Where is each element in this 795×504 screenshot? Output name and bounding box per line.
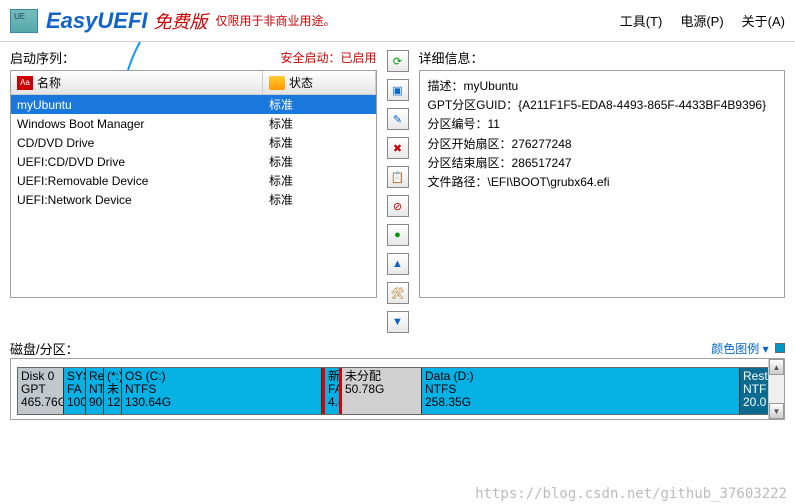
- disk-label: 磁盘/分区：: [10, 339, 79, 358]
- title-bar: EasyUEFI 免费版 仅限用于非商业用途。 工具(T) 电源(P) 关于(A…: [0, 0, 795, 42]
- detail-box: 描述：myUbuntu GPT分区GUID：{A211F1F5-EDA8-449…: [419, 70, 786, 298]
- col-name: 名称: [37, 74, 61, 91]
- main-menu: 工具(T) 电源(P) 关于(A): [620, 11, 785, 30]
- disk-strip[interactable]: Disk 0GPT465.76GSYSFA100ReNT900(*:)未128O…: [17, 367, 778, 415]
- end-key: 分区结束扇区：: [428, 156, 512, 170]
- col-status: 状态: [289, 74, 313, 91]
- secure-boot-status: 安全启动：已启用: [280, 49, 376, 66]
- scroll-down-icon[interactable]: ▼: [769, 403, 784, 419]
- start-key: 分区开始扇区：: [428, 137, 512, 151]
- status-header-icon: [269, 76, 285, 90]
- copy-button[interactable]: 📋: [387, 166, 409, 188]
- boot-entry-row[interactable]: Windows Boot Manager标准: [11, 114, 376, 133]
- boot-entry-row[interactable]: UEFI:CD/DVD Drive标准: [11, 152, 376, 171]
- partition-block[interactable]: 未分配50.78G: [342, 368, 422, 414]
- path-val: \EFI\BOOT\grubx64.efi: [488, 175, 610, 189]
- add-button[interactable]: ▣: [387, 79, 409, 101]
- app-logo-icon: [10, 9, 38, 33]
- color-legend-link[interactable]: 颜色图例 ▾: [711, 340, 785, 357]
- menu-tools[interactable]: 工具(T): [620, 11, 663, 30]
- partition-block[interactable]: OS (C:)NTFS130.64G: [122, 368, 322, 414]
- detail-label: 详细信息：: [419, 48, 484, 67]
- path-key: 文件路径：: [428, 175, 488, 189]
- app-title: EasyUEFI: [46, 8, 148, 34]
- partnum-val: 11: [488, 117, 500, 131]
- menu-power[interactable]: 电源(P): [680, 11, 723, 30]
- partition-block[interactable]: ReNT900: [86, 368, 104, 414]
- legend-text: 颜色图例: [711, 342, 759, 356]
- vertical-toolbar: ⟳ ▣ ✎ ✖ 📋 ⊘ ● ▲ 🛠 ▼: [387, 48, 409, 333]
- guid-val: {A211F1F5-EDA8-4493-865F-4433BF4B9396}: [518, 98, 766, 112]
- chevron-down-icon: ▾: [763, 342, 769, 356]
- usage-note: 仅限用于非商业用途。: [216, 12, 336, 29]
- desc-val: myUbuntu: [464, 79, 519, 93]
- grid-header: Aa 名称 状态: [11, 71, 376, 95]
- edit-button[interactable]: ✎: [387, 108, 409, 130]
- settings-button[interactable]: 🛠: [387, 282, 409, 304]
- partition-block[interactable]: Data (D:)NTFS258.35G: [422, 368, 740, 414]
- boot-order-label: 启动序列：: [10, 48, 75, 67]
- partition-block[interactable]: Disk 0GPT465.76G: [18, 368, 64, 414]
- refresh-button[interactable]: ⟳: [387, 50, 409, 72]
- boot-entry-row[interactable]: myUbuntu标准: [11, 95, 376, 114]
- boot-entry-row[interactable]: UEFI:Network Device标准: [11, 190, 376, 209]
- boot-entry-row[interactable]: UEFI:Removable Device标准: [11, 171, 376, 190]
- guid-key: GPT分区GUID：: [428, 98, 519, 112]
- app-edition: 免费版: [154, 8, 208, 34]
- partition-block[interactable]: 新FA4.8: [322, 368, 342, 414]
- disable-button[interactable]: ⊘: [387, 195, 409, 217]
- boot-entry-grid[interactable]: Aa 名称 状态 myUbuntu标准Windows Boot Manager标…: [10, 70, 377, 298]
- boot-once-button[interactable]: ●: [387, 224, 409, 246]
- partition-block[interactable]: SYSFA100: [64, 368, 86, 414]
- partition-block[interactable]: (*:)未128: [104, 368, 122, 414]
- delete-button[interactable]: ✖: [387, 137, 409, 159]
- end-val: 286517247: [512, 156, 572, 170]
- move-up-button[interactable]: ▲: [387, 253, 409, 275]
- disk-partition-box: Disk 0GPT465.76GSYSFA100ReNT900(*:)未128O…: [10, 358, 785, 420]
- partnum-key: 分区编号：: [428, 117, 488, 131]
- boot-entry-row[interactable]: CD/DVD Drive标准: [11, 133, 376, 152]
- move-down-button[interactable]: ▼: [387, 311, 409, 333]
- name-header-icon: Aa: [17, 76, 33, 90]
- start-val: 276277248: [512, 137, 572, 151]
- partition-block[interactable]: RestNTF20.0: [740, 368, 770, 414]
- desc-key: 描述：: [428, 79, 464, 93]
- legend-swatch-icon: [775, 343, 785, 353]
- watermark: https://blog.csdn.net/github_37603222: [475, 486, 787, 502]
- scroll-up-icon[interactable]: ▲: [769, 359, 784, 375]
- vertical-scrollbar[interactable]: ▲ ▼: [768, 359, 784, 419]
- menu-about[interactable]: 关于(A): [742, 11, 785, 30]
